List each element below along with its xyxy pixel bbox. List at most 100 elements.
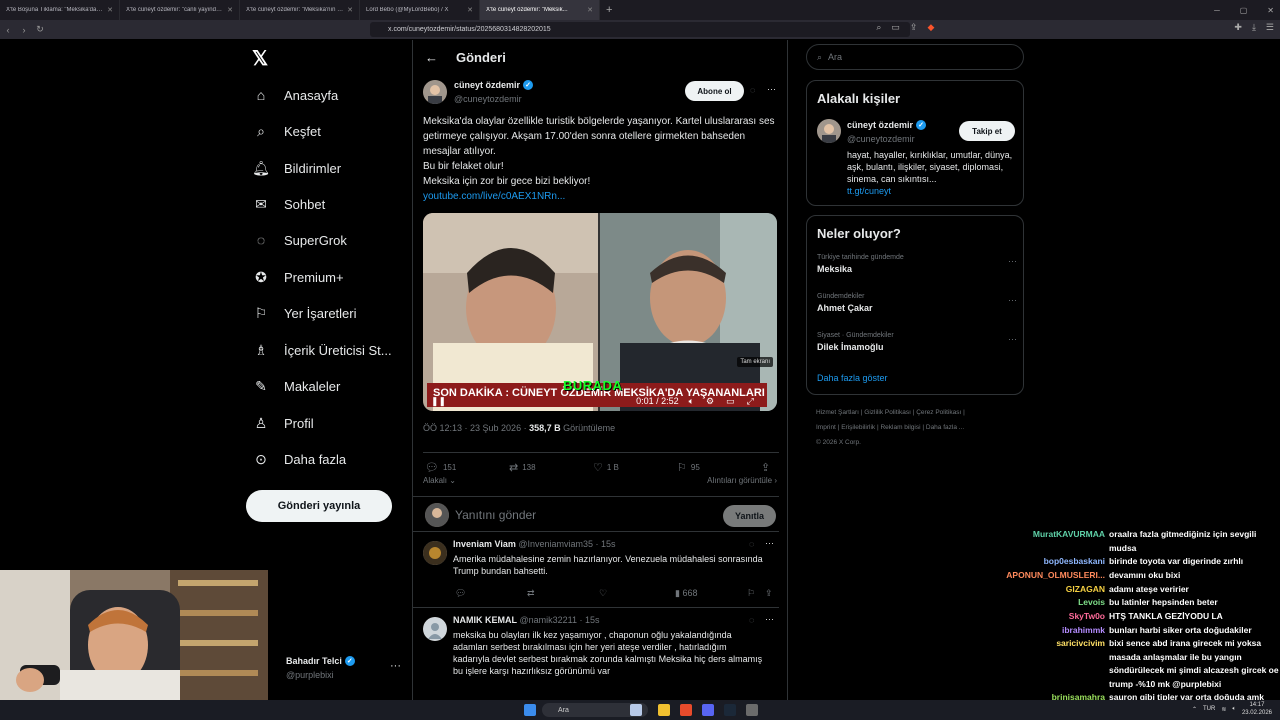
close-tab-icon[interactable]: ✕ xyxy=(107,6,113,14)
reply-author[interactable]: Inveniam Viam xyxy=(453,539,516,549)
footer-link[interactable]: Hizmet Şartları xyxy=(816,409,859,416)
zoom-icon[interactable]: ⌕ xyxy=(876,22,881,33)
nav-profile[interactable]: ♙ Profil xyxy=(252,414,314,432)
nav-supergrok[interactable]: ◌ SuperGrok xyxy=(252,231,347,249)
more-icon[interactable]: ··· xyxy=(767,84,776,94)
grok-icon[interactable]: ◌ xyxy=(750,85,755,95)
share-action[interactable]: ⇪ xyxy=(761,461,770,474)
reply-item[interactable]: Inveniam Viam @Inveniamviam35 · 15s ◌ ··… xyxy=(413,533,779,608)
forward-icon[interactable]: › xyxy=(16,25,32,35)
discord-icon[interactable] xyxy=(702,704,714,716)
more-icon[interactable]: ··· xyxy=(765,538,774,548)
footer-link[interactable]: Imprint xyxy=(816,424,836,431)
chevron-up-icon[interactable]: ⌃ xyxy=(1192,706,1197,713)
author-avatar[interactable] xyxy=(423,80,447,104)
reply-action[interactable]: 💬︎ 151 xyxy=(425,461,456,474)
shield-icon[interactable]: ◆ xyxy=(927,22,934,33)
settings-icon[interactable]: ⚙ xyxy=(706,396,714,407)
fullscreen-icon[interactable]: ⤢ xyxy=(747,396,754,407)
more-icon[interactable]: ··· xyxy=(765,614,774,624)
reply-avatar[interactable] xyxy=(423,617,447,641)
reply-icon[interactable]: 💬︎ xyxy=(455,588,466,599)
wifi-icon[interactable]: ≋ xyxy=(1221,706,1226,713)
close-window-icon[interactable]: ✕ xyxy=(1267,6,1274,15)
footer-link[interactable]: Erişilebilirlik xyxy=(841,424,875,431)
close-tab-icon[interactable]: ✕ xyxy=(227,6,233,14)
footer-link[interactable]: Gizlilik Politikası xyxy=(864,409,911,416)
browser-tab[interactable]: Lord Bebo (@MyLordBebo) / X ✕ xyxy=(360,0,480,20)
brave-icon[interactable] xyxy=(680,704,692,716)
steam-icon[interactable] xyxy=(724,704,736,716)
pip-icon[interactable]: ▭ xyxy=(726,396,735,407)
footer-link[interactable]: Çerez Politikası xyxy=(916,409,961,416)
browser-tab[interactable]: X'te cüneyt özdemir: "Meksika'nın sa... ✕ xyxy=(240,0,360,20)
nav-bookmarks[interactable]: ⚐ Yer İşaretleri xyxy=(252,304,357,322)
more-icon[interactable]: ··· xyxy=(390,660,401,672)
app-icon[interactable] xyxy=(746,704,758,716)
subscribe-button[interactable]: Abone ol xyxy=(685,81,744,101)
file-explorer-icon[interactable] xyxy=(658,704,670,716)
nav-articles[interactable]: ✎ Makaleler xyxy=(252,377,340,395)
x-logo-icon[interactable]: 𝕏 xyxy=(252,46,268,71)
grok-icon[interactable]: ◌ xyxy=(749,539,754,549)
more-icon[interactable]: ··· xyxy=(1008,295,1017,305)
close-tab-icon[interactable]: ✕ xyxy=(347,6,353,14)
browser-tab[interactable]: X'te cüneyt özdemir: "canlı yayındayı...… xyxy=(120,0,240,20)
share-icon[interactable]: ⇪ xyxy=(910,22,918,33)
back-arrow-icon[interactable]: ← xyxy=(425,50,438,65)
bookmark-action[interactable]: ⚐ 95 xyxy=(677,461,700,474)
nav-explore[interactable]: ⌕ Keşfet xyxy=(252,122,321,140)
footer-link[interactable]: Daha fazla ... xyxy=(926,424,964,431)
widgets-icon[interactable] xyxy=(630,704,642,716)
reply-avatar[interactable] xyxy=(423,541,447,565)
start-icon[interactable] xyxy=(524,704,536,716)
more-icon[interactable]: ··· xyxy=(1008,334,1017,344)
heart-icon[interactable]: ♡ xyxy=(599,588,607,599)
bookmark-icon[interactable]: ⚐ xyxy=(747,588,755,599)
reply-author[interactable]: NAMIK KEMAL xyxy=(453,615,517,625)
clock[interactable]: 14:17 23.02.2026 xyxy=(1242,701,1272,717)
search-input[interactable]: ⌕ Ara xyxy=(806,44,1024,70)
follow-button[interactable]: Takip et xyxy=(959,121,1015,141)
related-name[interactable]: cüneyt özdemir xyxy=(847,120,913,130)
more-icon[interactable]: ··· xyxy=(1008,256,1017,266)
grok-icon[interactable]: ◌ xyxy=(749,615,754,625)
views-stat[interactable]: ▮ 668 xyxy=(675,588,697,599)
reply-input[interactable]: Yanıtını gönder xyxy=(455,508,536,522)
nav-chat[interactable]: ✉ Sohbet xyxy=(252,195,325,213)
nav-home[interactable]: ⌂ Anasayfa xyxy=(252,86,338,104)
browser-tab-active[interactable]: X'te cüneyt özdemir: "Meksik... ✕ xyxy=(480,0,600,20)
show-more-link[interactable]: Daha fazla göster xyxy=(817,373,888,383)
browser-tab[interactable]: X'te Boşuna Tıklama: "Meksika'da ma... ✕ xyxy=(0,0,120,20)
minimize-icon[interactable]: ─ xyxy=(1214,6,1220,15)
screen-icon[interactable]: ▭ xyxy=(891,22,900,33)
close-tab-icon[interactable]: ✕ xyxy=(467,6,473,14)
related-avatar[interactable] xyxy=(817,119,841,143)
related-link[interactable]: tt.gt/cuneyt xyxy=(847,186,891,196)
pause-icon[interactable]: ❚❚ xyxy=(431,396,446,407)
maximize-icon[interactable]: ▢ xyxy=(1240,6,1248,15)
volume-icon[interactable]: 🔈︎ xyxy=(689,396,694,407)
trend-item[interactable]: Türkiye tarihinde gündemde Meksika ··· xyxy=(817,254,1017,274)
trend-item[interactable]: Gündemdekiler Ahmet Çakar ··· xyxy=(817,293,1017,313)
extensions-icon[interactable]: ✚ xyxy=(1234,22,1242,33)
footer-link[interactable]: Reklam bilgisi xyxy=(880,424,920,431)
nav-creator-studio[interactable]: ♗ İçerik Üreticisi St... xyxy=(252,341,392,359)
nav-notifications[interactable]: 🔔︎ Bildirimler xyxy=(252,159,341,177)
new-tab-icon[interactable]: + xyxy=(600,4,618,16)
address-bar[interactable]: x.com/cuneytozdemir/status/2025680314828… xyxy=(370,22,910,37)
retweet-action[interactable]: ⇄ 138 xyxy=(509,461,536,474)
nav-more[interactable]: ⊙ Daha fazla xyxy=(252,450,346,468)
like-action[interactable]: ♡ 1 B xyxy=(593,461,619,474)
tweet-author-handle[interactable]: @cuneytozdemir xyxy=(454,94,522,104)
view-quotes-link[interactable]: Alıntıları görüntüle › xyxy=(707,476,777,485)
post-button[interactable]: Gönderi yayınla xyxy=(246,490,392,522)
tweet-author-name[interactable]: cüneyt özdemir xyxy=(454,80,520,90)
keyboard-language[interactable]: TUR xyxy=(1203,706,1215,712)
reply-button[interactable]: Yanıtla xyxy=(723,505,776,527)
share-icon[interactable]: ⇪ xyxy=(765,588,773,599)
tweet-link[interactable]: youtube.com/live/c0AEX1NRn... xyxy=(423,189,779,204)
video-player[interactable]: Tam ekranı SON DAKİKA : CÜNEYT ÖZDEMİR M… xyxy=(423,213,777,411)
reply-item[interactable]: NAMIK KEMAL @namik32211 · 15s ◌ ··· meks… xyxy=(413,609,779,700)
nav-premium[interactable]: ✪ Premium+ xyxy=(252,268,343,286)
